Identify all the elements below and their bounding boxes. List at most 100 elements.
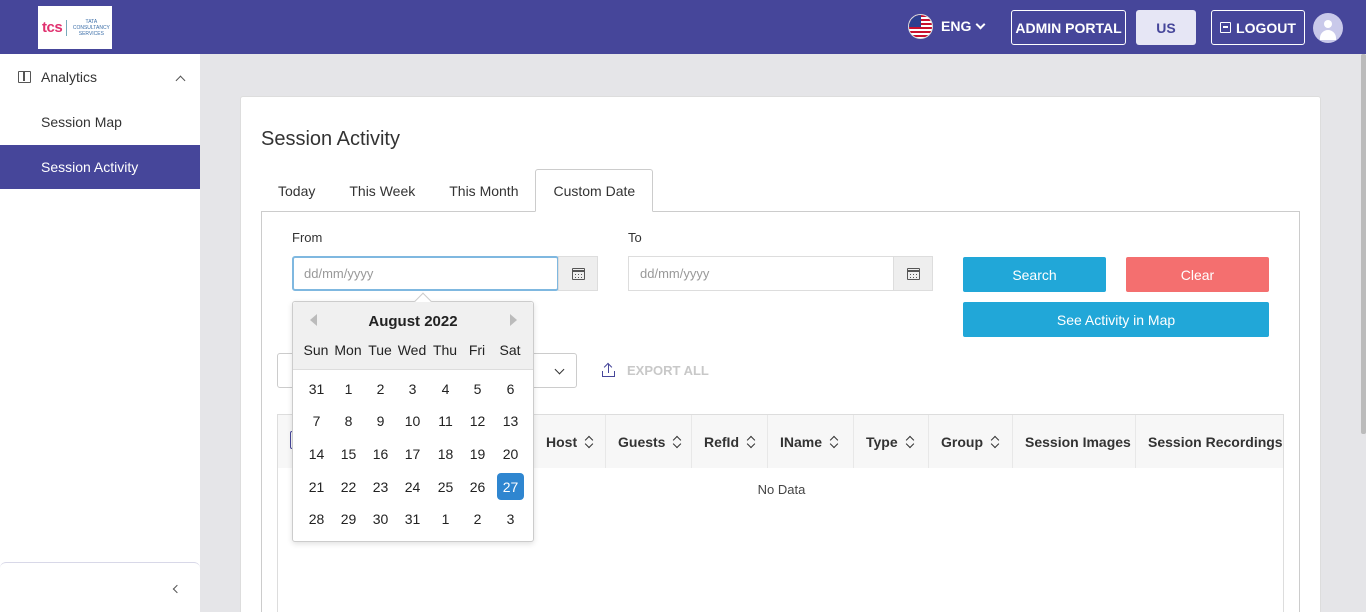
calendar-day[interactable]: 29 (335, 505, 362, 532)
language-selector[interactable]: ENG (941, 18, 986, 34)
next-month-icon[interactable] (510, 314, 517, 326)
column-header-guests[interactable]: Guests (606, 415, 692, 468)
calendar-day[interactable]: 14 (303, 440, 330, 467)
calendar-day[interactable]: 10 (399, 407, 426, 434)
page-title: Session Activity (261, 128, 400, 150)
calendar-day[interactable]: 12 (464, 407, 491, 434)
column-header-group[interactable]: Group (929, 415, 1013, 468)
datepicker-month-title: August 2022 (368, 313, 458, 330)
calendar-day[interactable]: 16 (367, 440, 394, 467)
calendar-day[interactable]: 20 (497, 440, 524, 467)
weekday-label: Fri (468, 342, 486, 358)
sidebar-item-label: Analytics (41, 69, 98, 85)
calendar-day[interactable]: 17 (399, 440, 426, 467)
calendar-day[interactable]: 28 (303, 505, 330, 532)
chevron-down-icon (554, 364, 565, 375)
calendar-day[interactable]: 2 (367, 375, 394, 402)
calendar-icon (571, 267, 585, 280)
calendar-day[interactable]: 31 (399, 505, 426, 532)
from-label: From (292, 230, 323, 245)
datepicker-header: August 2022 (293, 302, 533, 370)
calendar-day[interactable]: 18 (432, 440, 459, 467)
calendar-day[interactable]: 27 (497, 473, 524, 500)
calendar-day[interactable]: 31 (303, 375, 330, 402)
column-header-session-recordings: Session Recordings (1148, 433, 1283, 450)
tab-this-week[interactable]: This Week (332, 169, 432, 212)
weekday-label: Sat (499, 342, 521, 358)
weekday-label: Wed (397, 342, 427, 358)
page-scrollbar[interactable] (1361, 54, 1366, 434)
to-calendar-button[interactable] (893, 256, 933, 291)
logo-divider (66, 19, 67, 36)
calendar-day[interactable]: 8 (335, 407, 362, 434)
logout-label: LOGOUT (1236, 19, 1296, 36)
see-activity-map-button[interactable]: See Activity in Map (963, 302, 1269, 337)
calendar-day[interactable]: 24 (399, 473, 426, 500)
sort-icon (673, 436, 681, 448)
calendar-day[interactable]: 22 (335, 473, 362, 500)
calendar-day[interactable]: 21 (303, 473, 330, 500)
calendar-day[interactable]: 7 (303, 407, 330, 434)
region-button[interactable]: US (1136, 10, 1196, 45)
tab-custom-date[interactable]: Custom Date (535, 169, 654, 212)
calendar-day[interactable]: 13 (497, 407, 524, 434)
logout-icon (1220, 22, 1232, 33)
export-all-button[interactable]: EXPORT ALL (602, 363, 709, 378)
logo-subtext: TATA CONSULTANCY SERVICES (72, 18, 110, 37)
calendar-day[interactable]: 9 (367, 407, 394, 434)
calendar-day[interactable]: 6 (497, 375, 524, 402)
calendar-day[interactable]: 4 (432, 375, 459, 402)
from-calendar-button[interactable] (558, 256, 598, 291)
sidebar-item-analytics[interactable]: Analytics (0, 55, 200, 99)
tcs-logo[interactable]: tcs TATA CONSULTANCY SERVICES (38, 6, 112, 49)
to-label: To (628, 230, 642, 245)
calendar-day[interactable]: 2 (464, 505, 491, 532)
calendar-day[interactable]: 5 (464, 375, 491, 402)
column-header-type[interactable]: Type (854, 415, 929, 468)
weekday-label: Mon (334, 342, 362, 358)
calendar-day[interactable]: 23 (367, 473, 394, 500)
calendar-day[interactable]: 3 (399, 375, 426, 402)
sort-icon (747, 436, 755, 448)
weekday-label: Sun (303, 342, 329, 358)
date-range-tabs: Today This Week This Month Custom Date (261, 169, 654, 212)
calendar-day[interactable]: 26 (464, 473, 491, 500)
calendar-day[interactable]: 1 (335, 375, 362, 402)
logo-text: tcs (42, 19, 63, 36)
calendar-day[interactable]: 3 (497, 505, 524, 532)
sidebar-item-session-activity[interactable]: Session Activity (0, 145, 200, 189)
calendar-day[interactable]: 1 (432, 505, 459, 532)
calendar-day[interactable]: 30 (367, 505, 394, 532)
search-button[interactable]: Search (963, 257, 1106, 292)
chevron-left-icon[interactable] (172, 584, 182, 594)
book-icon (18, 71, 31, 83)
user-avatar-icon[interactable] (1313, 13, 1343, 43)
export-label: EXPORT ALL (627, 363, 709, 378)
column-header-refid[interactable]: RefId (692, 415, 768, 468)
calendar-day[interactable]: 11 (432, 407, 459, 434)
logout-button[interactable]: LOGOUT (1211, 10, 1305, 45)
to-date-input[interactable]: dd/mm/yyyy (628, 256, 894, 291)
sort-icon (991, 436, 999, 448)
column-header-iname[interactable]: IName (768, 415, 854, 468)
tab-this-month[interactable]: This Month (432, 169, 535, 212)
calendar-day[interactable]: 19 (464, 440, 491, 467)
weekday-label: Tue (368, 342, 392, 358)
column-header-host[interactable]: Host (534, 415, 606, 468)
calendar-icon (906, 267, 920, 280)
sidebar-collapse-bar[interactable] (0, 562, 200, 612)
calendar-day[interactable]: 15 (335, 440, 362, 467)
column-header-session-images: Session Images (1013, 415, 1136, 468)
clear-button[interactable]: Clear (1126, 257, 1269, 292)
sidebar-item-label: Session Map (41, 114, 122, 130)
admin-portal-button[interactable]: ADMIN PORTAL (1011, 10, 1126, 45)
calendar-day[interactable]: 25 (432, 473, 459, 500)
tab-today[interactable]: Today (261, 169, 332, 212)
us-flag-icon[interactable] (908, 14, 933, 39)
export-icon (602, 364, 615, 377)
sidebar-item-session-map[interactable]: Session Map (0, 100, 200, 144)
from-date-input[interactable]: dd/mm/yyyy (292, 256, 559, 291)
sort-icon (830, 436, 838, 448)
sort-icon (585, 436, 593, 448)
chevron-up-icon (175, 75, 186, 86)
